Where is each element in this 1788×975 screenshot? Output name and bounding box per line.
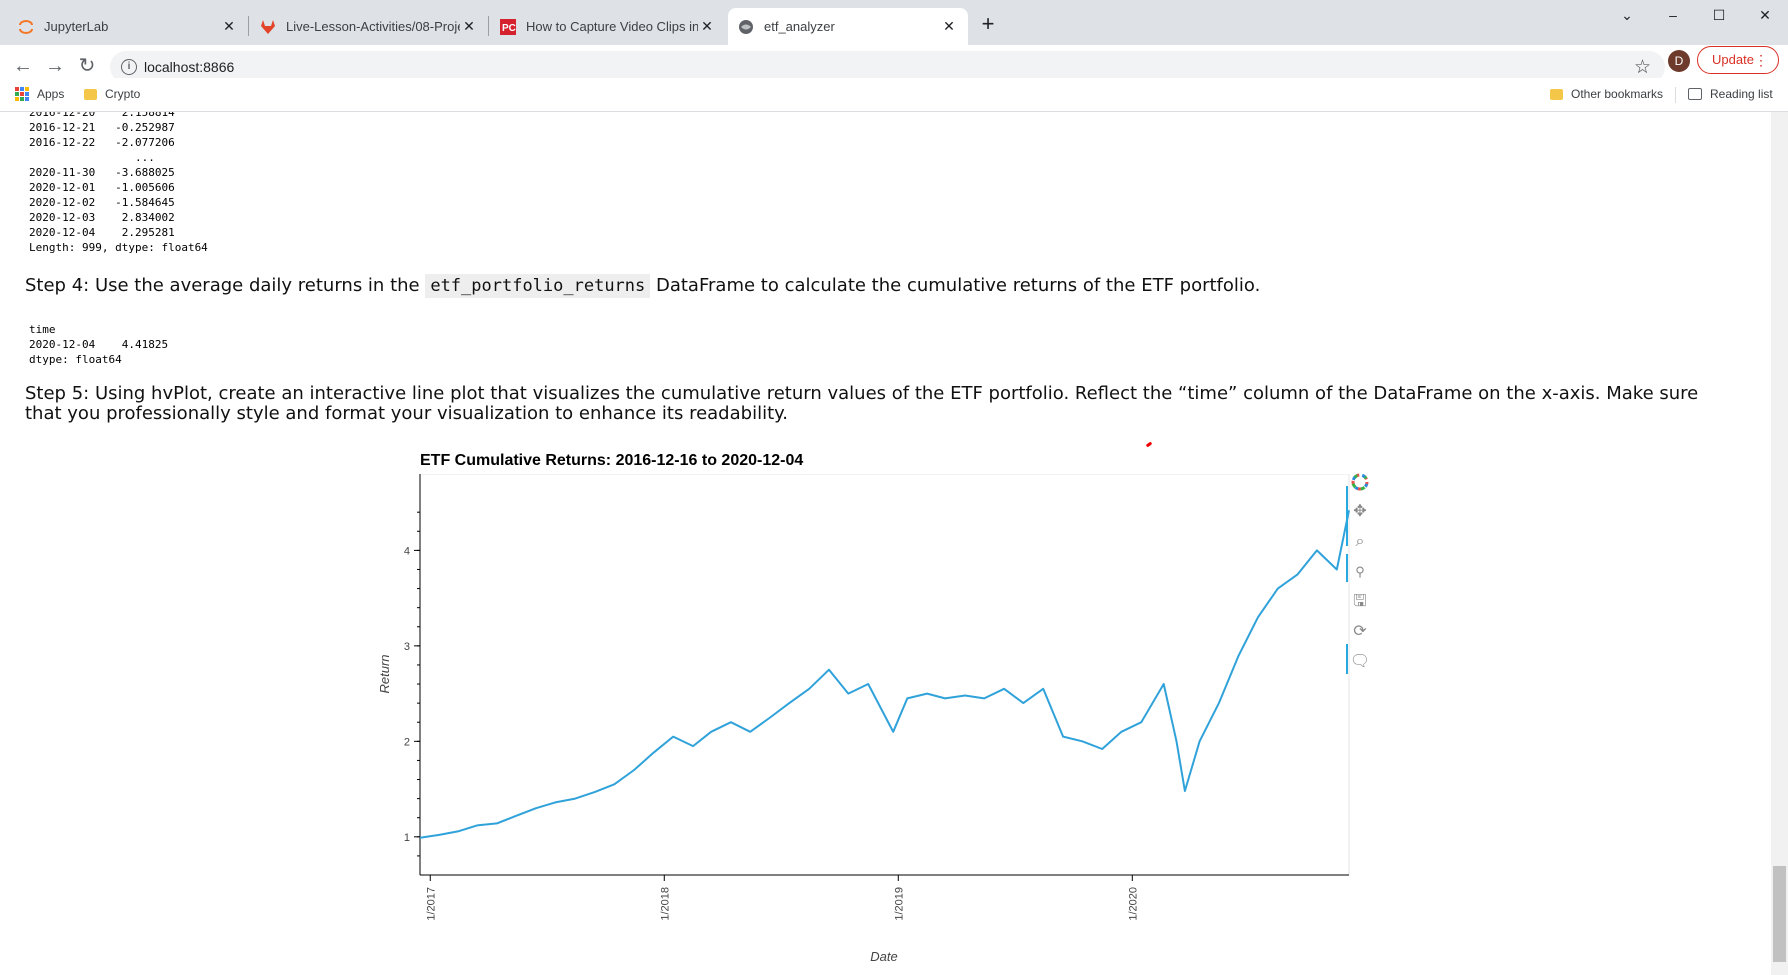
bookmark-apps[interactable]: Apps	[15, 87, 64, 101]
wheel-zoom-icon[interactable]: ⚲	[1348, 560, 1372, 584]
pan-icon[interactable]: ✥	[1348, 500, 1372, 524]
save-icon[interactable]: 🖫	[1348, 590, 1372, 614]
bookmark-label: Crypto	[105, 87, 141, 101]
maximize-button[interactable]: ☐	[1696, 4, 1742, 26]
bookmark-label: Other bookmarks	[1571, 87, 1664, 101]
y-tick-label: 3	[404, 641, 410, 653]
bokeh-logo-icon[interactable]	[1348, 472, 1372, 496]
y-ticks: 1 2 3 4	[404, 511, 420, 857]
more-vert-icon: ⋮	[1754, 52, 1768, 68]
x-tick-label: 1/2017	[425, 887, 437, 921]
annotation-mark	[1145, 441, 1153, 448]
tab-strip: JupyterLab ✕ Live-Lesson-Activities/08-P…	[0, 0, 1788, 45]
step5-heading: Step 5: Using hvPlot, create an interact…	[25, 384, 1698, 424]
step4-text: Step 4: Use the average daily returns in…	[25, 275, 426, 296]
tab-pcmag[interactable]: PC How to Capture Video Clips in W ✕	[490, 8, 726, 45]
close-icon[interactable]: ✕	[220, 18, 238, 35]
hover-icon[interactable]: 🗨	[1348, 650, 1372, 674]
step4-code: etf_portfolio_returns	[425, 274, 651, 298]
apps-grid-icon	[15, 87, 29, 101]
tab-etf-analyzer[interactable]: etf_analyzer ✕	[728, 8, 968, 45]
tab-title: Live-Lesson-Activities/08-Project	[286, 19, 460, 34]
step4-text-end: DataFrame to calculate the cumulative re…	[650, 275, 1261, 296]
update-button[interactable]: Update ⋮	[1697, 46, 1779, 74]
tab-search-chevron-icon[interactable]: ⌄	[1604, 4, 1650, 26]
step5-line-1: Step 5: Using hvPlot, create an interact…	[25, 383, 1699, 404]
y-tick-label: 4	[404, 545, 410, 557]
tab-title: JupyterLab	[44, 19, 109, 34]
box-zoom-icon[interactable]: ⌕	[1348, 530, 1372, 554]
bookmark-crypto[interactable]: Crypto	[84, 87, 140, 101]
bokeh-logo-icon	[1351, 473, 1369, 491]
bookmark-label: Reading list	[1710, 87, 1773, 101]
reading-list[interactable]: Reading list	[1688, 87, 1773, 101]
bookmark-star-icon[interactable]: ☆	[1634, 56, 1651, 79]
y-axis-label: Return	[377, 654, 392, 693]
folder-icon	[1550, 88, 1563, 100]
url-text[interactable]: localhost:8866	[144, 59, 234, 75]
page-scrollbar[interactable]	[1771, 112, 1788, 975]
bookmarks-bar: Apps Crypto Other bookmarks Reading list	[0, 78, 1788, 112]
tab-divider	[488, 16, 489, 36]
back-arrow-icon[interactable]: ←	[10, 54, 36, 80]
pcmag-icon: PC	[500, 18, 516, 35]
tab-gitlab[interactable]: Live-Lesson-Activities/08-Project ✕	[250, 8, 488, 45]
reading-list-icon	[1688, 88, 1702, 100]
step4-heading: Step 4: Use the average daily returns in…	[25, 274, 1261, 298]
series-output: 2016-12-20 2.158814 2016-12-21 -0.252987…	[29, 112, 208, 254]
reload-icon[interactable]: ↻	[74, 54, 100, 80]
close-icon[interactable]: ✕	[460, 18, 478, 35]
minimize-button[interactable]: –	[1650, 4, 1696, 26]
close-icon[interactable]: ✕	[698, 18, 716, 35]
chart-toolbar: ✥ ⌕ ⚲ 🖫 ⟳ 🗨	[1344, 472, 1380, 802]
gitlab-icon	[261, 19, 275, 34]
y-tick-label: 2	[404, 736, 410, 748]
svg-text:PC: PC	[502, 23, 516, 34]
reset-icon[interactable]: ⟳	[1348, 620, 1372, 644]
jupyter-icon	[19, 19, 33, 34]
x-axis-label: Date	[870, 949, 897, 964]
bookmark-other[interactable]: Other bookmarks	[1550, 87, 1663, 101]
y-tick-label: 1	[404, 832, 410, 844]
x-tick-label: 1/2018	[659, 887, 671, 921]
tab-divider	[248, 16, 249, 36]
scrollbar-thumb[interactable]	[1773, 866, 1786, 962]
new-tab-button[interactable]: +	[978, 13, 998, 35]
avatar[interactable]: D	[1668, 50, 1690, 72]
step5-line-2: that you professionally style and format…	[25, 403, 788, 424]
folder-icon	[84, 88, 97, 100]
cumulative-output: time 2020-12-04 4.41825 dtype: float64	[29, 323, 169, 366]
bookmark-label: Apps	[37, 87, 65, 101]
tab-title: etf_analyzer	[764, 19, 835, 34]
x-tick-label: 1/2020	[1127, 887, 1139, 921]
notebook-page: 2016-12-20 2.158814 2016-12-21 -0.252987…	[0, 112, 1788, 975]
tab-jupyterlab[interactable]: JupyterLab ✕	[8, 8, 248, 45]
tab-title: How to Capture Video Clips in W	[526, 19, 698, 34]
plot-area	[419, 474, 1350, 876]
chart-title: ETF Cumulative Returns: 2016-12-16 to 20…	[420, 452, 804, 469]
close-window-button[interactable]: ✕	[1742, 4, 1788, 26]
update-label: Update	[1712, 52, 1754, 67]
x-ticks: 1/2017 1/2018 1/2019 1/2020	[425, 875, 1139, 921]
cumulative-returns-chart[interactable]: 1 2 3 4 1/2017 1/2018 1/2019 1/2020 Return Dat…	[370, 474, 1350, 969]
bookmark-divider	[1675, 87, 1676, 103]
site-info-icon[interactable]: i	[121, 59, 137, 75]
forward-arrow-icon[interactable]: →	[42, 54, 68, 80]
x-tick-label: 1/2019	[893, 887, 905, 921]
close-icon[interactable]: ✕	[940, 18, 958, 35]
globe-icon	[739, 19, 753, 34]
